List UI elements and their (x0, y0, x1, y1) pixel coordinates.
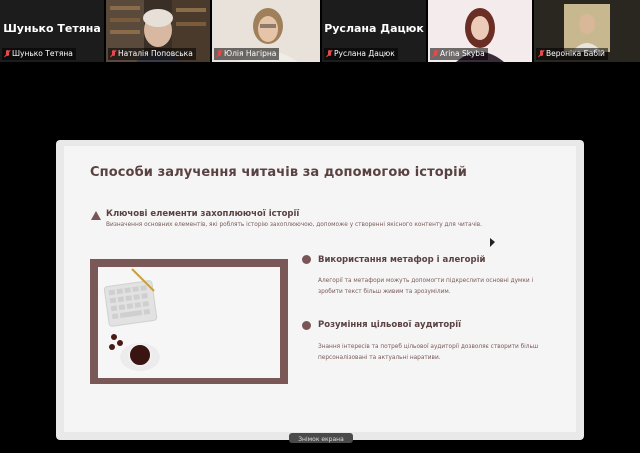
participant-caption-name: Шунько Тетяна (12, 49, 73, 58)
section-heading: Ключові елементи захоплюючої історії (106, 209, 300, 219)
participant-tile[interactable]: Arina Skyba (428, 0, 532, 62)
participant-caption-name: Руслана Дацюк (334, 49, 395, 58)
presentation-slide: Способи залучення читачів за допомогою і… (64, 146, 576, 432)
participant-caption: Руслана Дацюк (324, 48, 398, 60)
desk-photo (98, 267, 280, 378)
participant-tile-active-speaker[interactable]: Юлія Нагірна (212, 0, 320, 62)
screen-share-tab[interactable]: Знімок екрана (289, 433, 353, 443)
mic-muted-icon (216, 50, 222, 58)
circle-bullet-icon (302, 321, 311, 330)
section-heading: Розуміння цільової аудиторії (318, 320, 462, 330)
mic-muted-icon (538, 50, 544, 58)
participant-caption: Arina Skyba (430, 48, 488, 60)
section-heading: Використання метафор і алегорій (318, 255, 486, 265)
desk-illustration (98, 267, 280, 378)
participant-caption-name: Наталія Поповська (118, 49, 193, 58)
shared-screen: Способи залучення читачів за допомогою і… (56, 140, 584, 440)
participant-caption: Шунько Тетяна (2, 48, 76, 60)
participant-tile[interactable]: Вероніка Бабій (534, 0, 640, 62)
slide-image-frame (90, 259, 288, 384)
triangle-bullet-icon (91, 211, 101, 220)
mic-muted-icon (432, 50, 438, 58)
slide-title: Способи залучення читачів за допомогою і… (90, 165, 467, 180)
participant-name-large: Шунько Тетяна (3, 22, 101, 35)
participant-caption-name: Вероніка Бабій (546, 49, 605, 58)
participant-caption-name: Юлія Нагірна (224, 49, 277, 58)
participant-caption: Юлія Нагірна (214, 48, 280, 60)
mic-muted-icon (110, 50, 116, 58)
mouse-cursor-icon (490, 238, 495, 247)
section-text: Алегорії та метафори можуть допомогти пі… (318, 278, 534, 295)
participant-strip: Шунько Тетяна Шунько Тетяна Наталія Попо… (0, 0, 640, 62)
circle-bullet-icon (302, 255, 311, 264)
mic-muted-icon (4, 50, 10, 58)
mic-muted-icon (326, 50, 332, 58)
participant-caption: Вероніка Бабій (536, 48, 608, 60)
participant-tile[interactable]: Шунько Тетяна Шунько Тетяна (0, 0, 104, 62)
participant-tile[interactable]: Руслана Дацюк Руслана Дацюк (322, 0, 426, 62)
participant-name-large: Руслана Дацюк (324, 22, 424, 35)
section-text: Знання інтересів та потреб цільової ауди… (318, 344, 539, 361)
participant-tile[interactable]: Наталія Поповська (106, 0, 210, 62)
section-text: Визначення основних елементів, які робля… (106, 222, 483, 228)
participant-caption: Наталія Поповська (108, 48, 196, 60)
participant-caption-name: Arina Skyba (440, 49, 485, 58)
